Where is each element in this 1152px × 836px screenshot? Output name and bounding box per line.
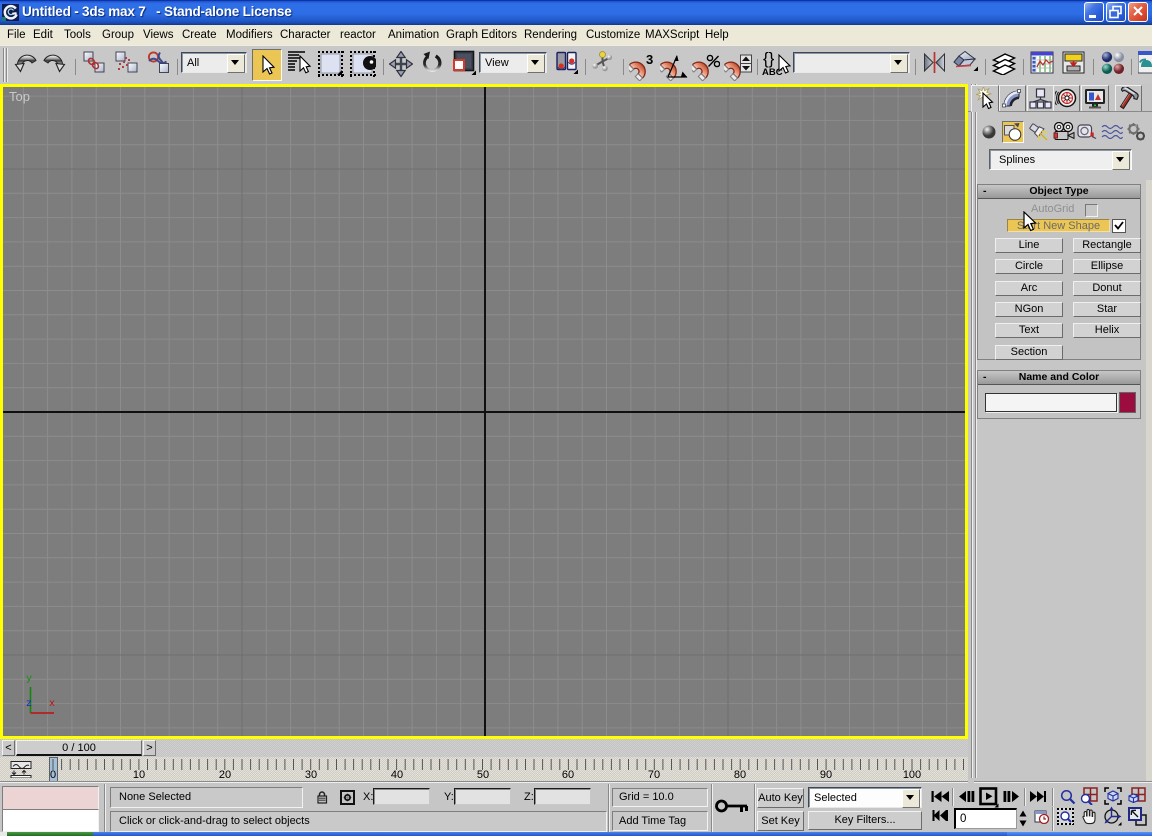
svg-text:x: x	[49, 699, 55, 710]
svg-text:3: 3	[646, 53, 653, 67]
svg-text:z: z	[26, 699, 32, 710]
svg-text:{}: {}	[763, 49, 775, 68]
svg-text:y: y	[26, 674, 32, 685]
